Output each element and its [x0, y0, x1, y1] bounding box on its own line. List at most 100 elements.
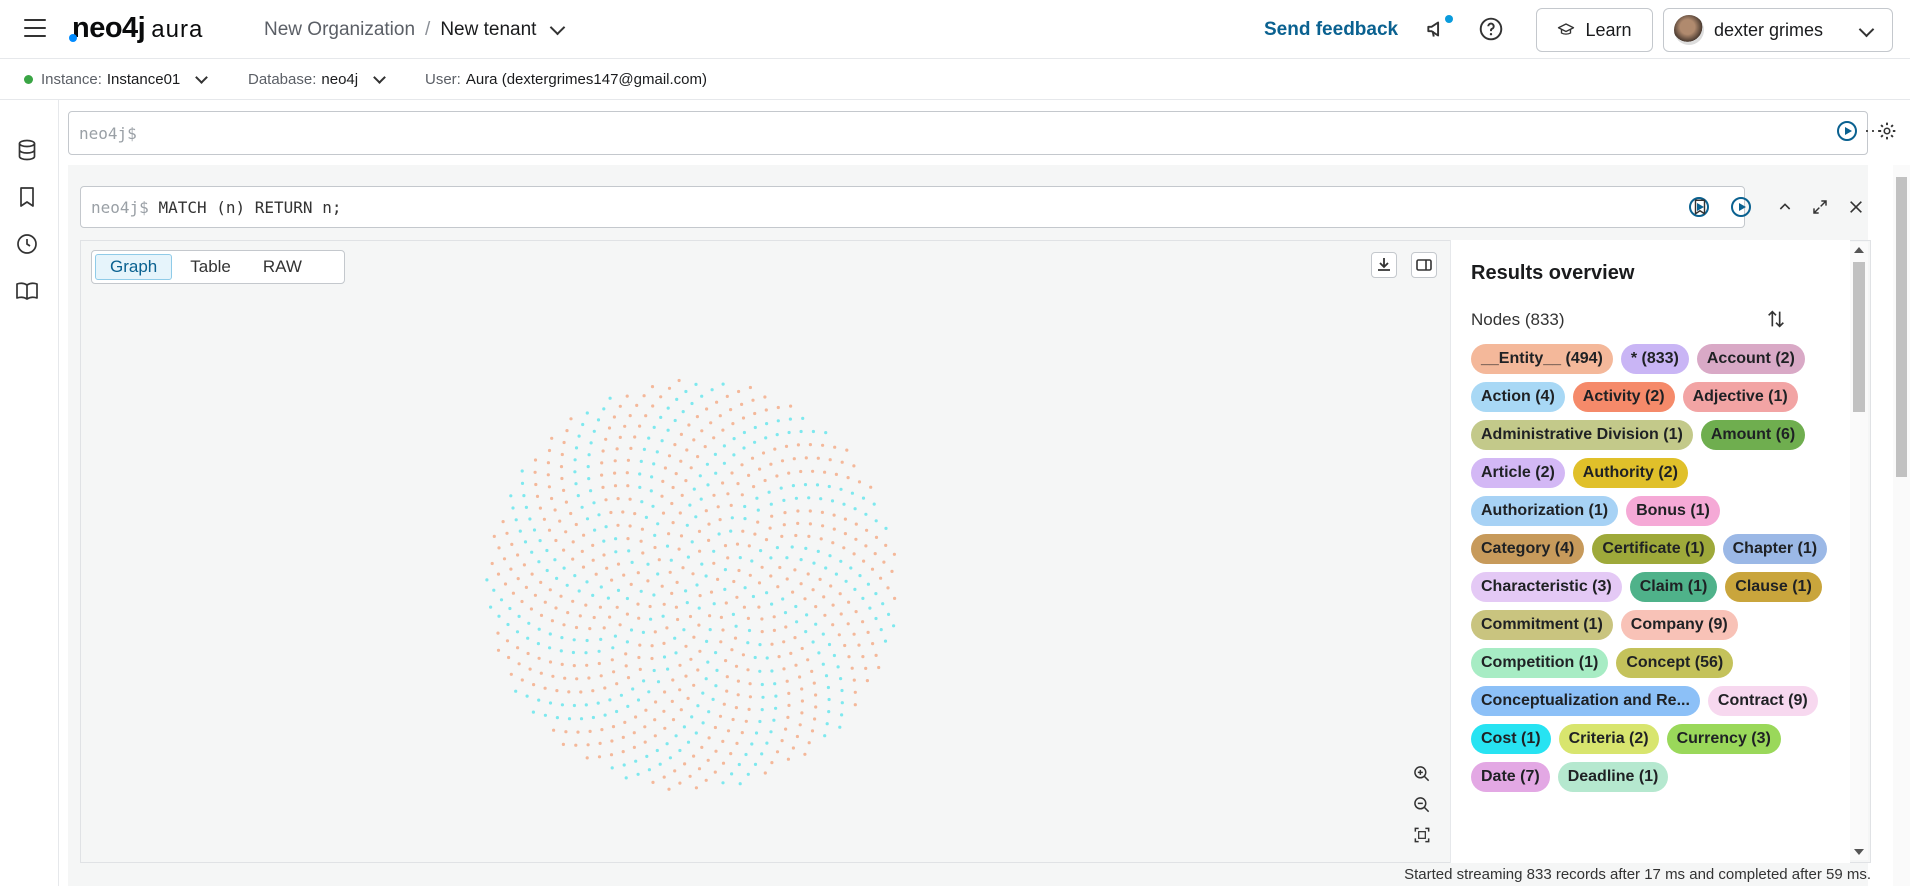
- graph-node[interactable]: [629, 446, 633, 450]
- graph-node[interactable]: [534, 482, 538, 487]
- graph-node[interactable]: [760, 752, 764, 756]
- graph-node[interactable]: [662, 709, 666, 713]
- graph-node[interactable]: [642, 447, 647, 451]
- graph-node[interactable]: [637, 616, 641, 620]
- graph-node[interactable]: [654, 700, 658, 704]
- graph-node[interactable]: [604, 525, 608, 529]
- graph-node[interactable]: [537, 656, 541, 660]
- graph-node[interactable]: [769, 556, 773, 560]
- graph-node[interactable]: [640, 500, 644, 504]
- graph-node[interactable]: [543, 686, 547, 690]
- graph-node[interactable]: [873, 552, 877, 556]
- graph-node[interactable]: [625, 394, 629, 398]
- graph-node[interactable]: [793, 636, 797, 640]
- run-query-icon[interactable]: [1837, 121, 1857, 141]
- graph-node[interactable]: [659, 395, 663, 399]
- graph-node[interactable]: [609, 510, 613, 515]
- graph-node[interactable]: [565, 429, 569, 433]
- graph-node[interactable]: [852, 632, 856, 636]
- graph-node[interactable]: [550, 619, 554, 623]
- graph-node[interactable]: [814, 705, 818, 709]
- graph-node[interactable]: [587, 676, 591, 680]
- graph-node[interactable]: [823, 734, 827, 738]
- graph-node[interactable]: [812, 561, 816, 565]
- graph-node[interactable]: [818, 577, 822, 581]
- graph-node[interactable]: [650, 385, 655, 389]
- graph-node[interactable]: [506, 622, 510, 627]
- graph-node[interactable]: [866, 630, 870, 634]
- graph-node[interactable]: [850, 666, 854, 670]
- graph-node[interactable]: [803, 752, 807, 756]
- graph-node[interactable]: [718, 714, 723, 718]
- graph-node[interactable]: [831, 623, 835, 627]
- graph-node[interactable]: [560, 662, 564, 666]
- scroll-thumb[interactable]: [1853, 262, 1865, 412]
- graph-node[interactable]: [715, 668, 719, 672]
- graph-node[interactable]: [685, 523, 689, 527]
- label-chip[interactable]: Clause (1): [1725, 572, 1822, 602]
- cypher-editor[interactable]: neo4j$ ···: [68, 111, 1882, 155]
- graph-node[interactable]: [721, 428, 725, 432]
- graph-node[interactable]: [800, 646, 804, 651]
- graph-node[interactable]: [694, 515, 698, 519]
- graph-node[interactable]: [758, 467, 762, 471]
- graph-node[interactable]: [730, 772, 734, 776]
- graph-node[interactable]: [574, 446, 579, 450]
- graph-node[interactable]: [832, 513, 836, 517]
- graph-node[interactable]: [509, 567, 513, 571]
- label-chip[interactable]: Authorization (1): [1471, 496, 1619, 526]
- zoom-out-icon[interactable]: [1412, 795, 1432, 820]
- graph-node[interactable]: [682, 725, 687, 729]
- graph-node[interactable]: [517, 614, 521, 618]
- graph-node[interactable]: [641, 630, 646, 634]
- graph-node[interactable]: [539, 580, 543, 584]
- graph-node[interactable]: [861, 620, 865, 624]
- graph-node[interactable]: [697, 529, 702, 533]
- graph-node[interactable]: [640, 527, 645, 531]
- graph-node[interactable]: [803, 597, 807, 601]
- label-chip[interactable]: Article (2): [1471, 458, 1565, 488]
- graph-node[interactable]: [850, 491, 855, 495]
- graph-node[interactable]: [776, 585, 780, 589]
- graph-node[interactable]: [610, 578, 614, 582]
- graph-node[interactable]: [801, 416, 805, 420]
- send-feedback-link[interactable]: Send feedback: [1264, 19, 1398, 41]
- graph-node[interactable]: [562, 566, 566, 570]
- graph-node[interactable]: [528, 667, 532, 671]
- graph-node[interactable]: [641, 551, 645, 555]
- graph-node[interactable]: [847, 600, 851, 604]
- graph-node[interactable]: [787, 430, 791, 435]
- graph-node[interactable]: [516, 577, 520, 581]
- graph-node[interactable]: [815, 483, 820, 487]
- graph-node[interactable]: [782, 498, 786, 502]
- graph-node[interactable]: [765, 656, 769, 660]
- graph-node[interactable]: [684, 479, 688, 483]
- graph-node[interactable]: [765, 591, 769, 595]
- graph-node[interactable]: [591, 715, 595, 720]
- graph-node[interactable]: [759, 549, 763, 553]
- graph-node[interactable]: [865, 679, 870, 683]
- graph-node[interactable]: [658, 762, 662, 766]
- graph-node[interactable]: [853, 690, 857, 694]
- graph-node[interactable]: [562, 623, 566, 627]
- graph-node[interactable]: [560, 476, 564, 481]
- graph-node[interactable]: [704, 509, 708, 513]
- graph-node[interactable]: [763, 771, 767, 775]
- history-icon[interactable]: [15, 232, 41, 258]
- graph-node[interactable]: [839, 559, 843, 563]
- graph-node[interactable]: [694, 731, 698, 735]
- graph-node[interactable]: [737, 568, 741, 573]
- graph-node[interactable]: [787, 703, 791, 707]
- graph-node[interactable]: [507, 655, 511, 660]
- graph-node[interactable]: [706, 483, 710, 487]
- graph-node[interactable]: [532, 528, 537, 532]
- graph-node[interactable]: [668, 756, 673, 760]
- graph-node[interactable]: [814, 622, 818, 626]
- graph-node[interactable]: [559, 594, 563, 598]
- graph-node[interactable]: [623, 424, 627, 428]
- graph-node[interactable]: [625, 612, 630, 616]
- graph-node[interactable]: [832, 653, 837, 658]
- graph-node[interactable]: [708, 614, 712, 618]
- graph-node[interactable]: [840, 460, 844, 464]
- graph-node[interactable]: [784, 625, 788, 629]
